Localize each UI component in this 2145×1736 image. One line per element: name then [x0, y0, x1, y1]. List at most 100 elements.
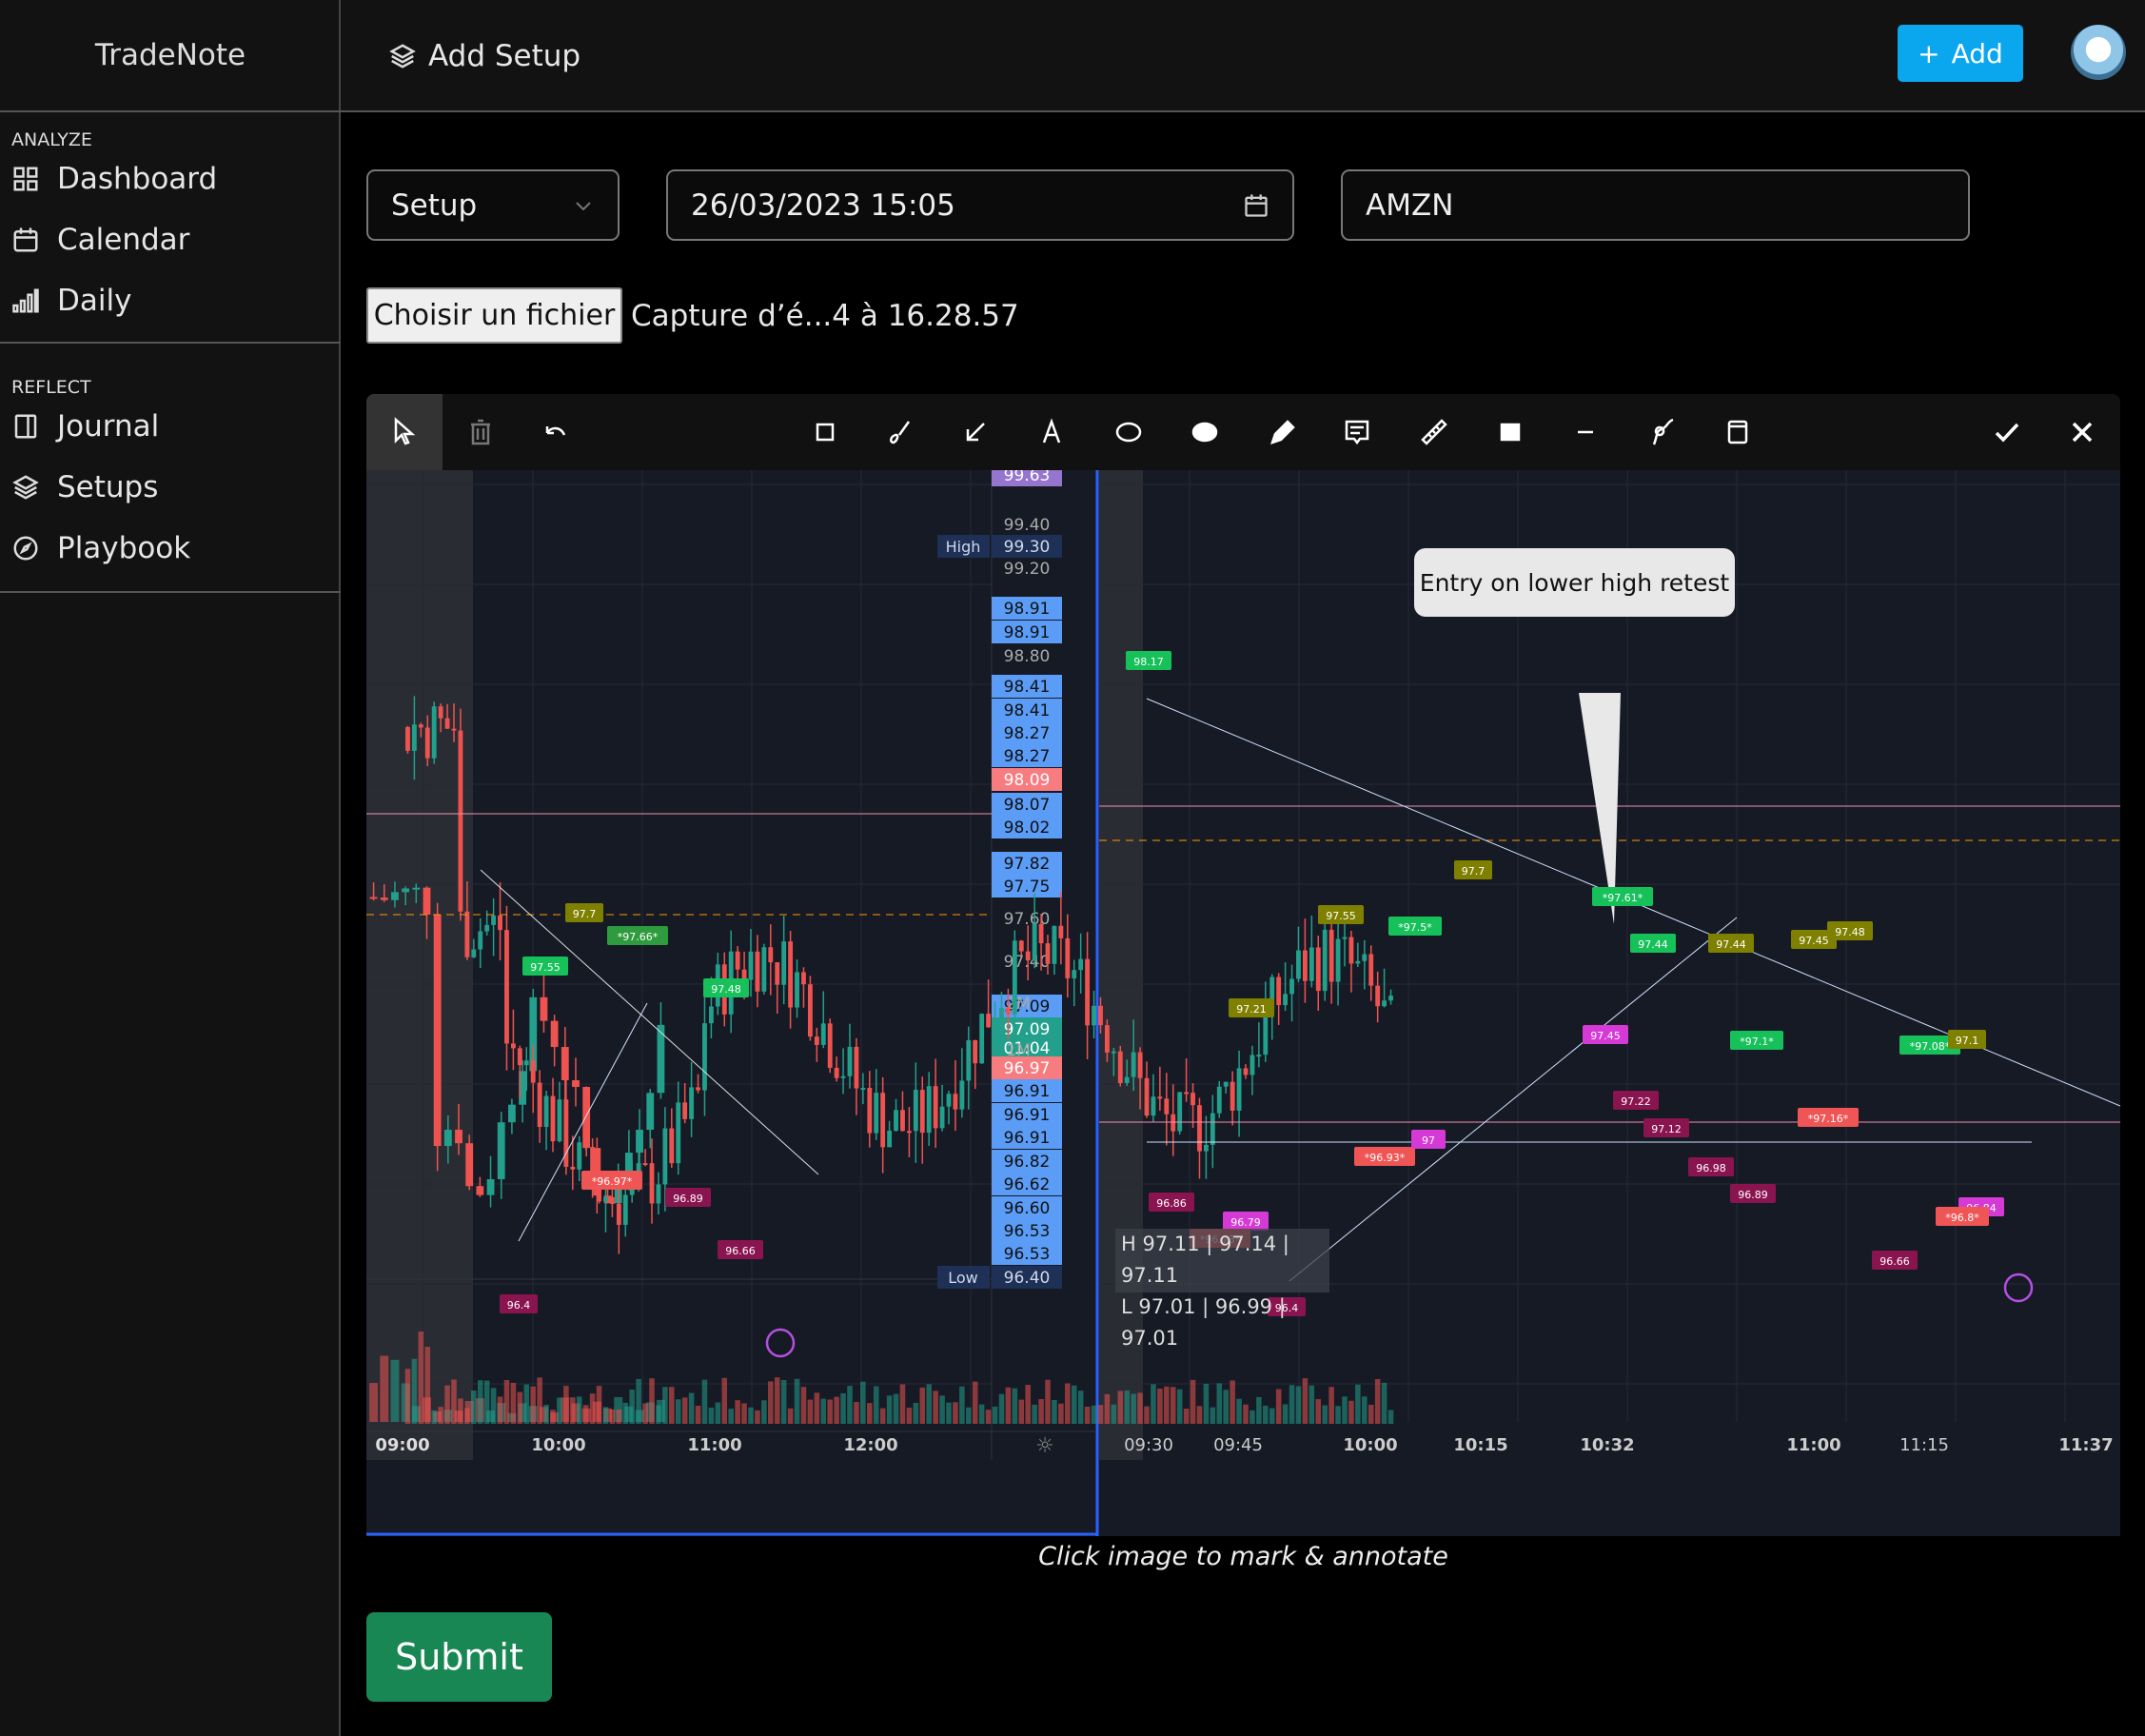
volume-bar: [1223, 1390, 1229, 1424]
candle-body: [689, 1087, 695, 1119]
tool-ruler[interactable]: [1396, 394, 1472, 470]
tool-line[interactable]: [1547, 394, 1624, 470]
volume-bar: [933, 1391, 938, 1424]
sidebar-item-daily[interactable]: Daily: [11, 284, 131, 318]
candle-body: [1191, 1093, 1195, 1106]
tool-comment[interactable]: [1319, 394, 1395, 470]
volume-bar: [879, 1408, 886, 1424]
avatar[interactable]: [2071, 25, 2126, 80]
volume-bar: [899, 1384, 906, 1424]
volume-bar: [1058, 1403, 1064, 1424]
tool-delete[interactable]: [443, 394, 519, 470]
volume-bar: [998, 1393, 1005, 1424]
tool-brush[interactable]: [862, 394, 938, 470]
pen-icon: [1270, 420, 1295, 444]
volume-bar: [1164, 1386, 1170, 1424]
ruler-icon: [1421, 419, 1447, 445]
volume-bar: [1256, 1396, 1262, 1424]
tool-text[interactable]: [1013, 394, 1090, 470]
tool-close[interactable]: [2044, 394, 2120, 470]
volume-bar: [589, 1393, 596, 1424]
sidebar-item-label: Setups: [57, 470, 159, 504]
sidebar-item-dashboard[interactable]: Dashboard: [11, 162, 217, 196]
tool-undo[interactable]: [518, 394, 594, 470]
candle-body: [755, 951, 760, 992]
candle-body: [986, 1014, 992, 1028]
candle-body: [1058, 925, 1064, 938]
chart-screenshot[interactable]: 100.0099.7499.6399.6399.4099.30High99.20…: [366, 470, 2120, 1536]
setup-select[interactable]: Setup: [366, 169, 620, 241]
volume-bar: [774, 1377, 780, 1424]
candle-body: [1038, 923, 1044, 944]
volume-bar: [629, 1390, 635, 1424]
page-title: Add Setup: [388, 0, 581, 112]
ellipse-icon: [1115, 422, 1142, 443]
sidebar-item-calendar[interactable]: Calendar: [11, 223, 189, 257]
candle-body: [570, 1166, 576, 1170]
volume-bar: [1077, 1391, 1084, 1424]
price-tag-text: *97.08*: [1910, 1040, 1951, 1053]
volume-bar: [1065, 1383, 1071, 1424]
sidebar-item-journal[interactable]: Journal: [11, 409, 159, 444]
tool-rectangle[interactable]: [787, 394, 863, 470]
volume-bar: [537, 1377, 542, 1424]
volume-bar: [721, 1377, 728, 1424]
sidebar-item-playbook[interactable]: Playbook: [11, 531, 190, 565]
submit-button[interactable]: Submit: [366, 1612, 552, 1702]
choose-file-button[interactable]: Choisir un fichier: [366, 287, 622, 344]
candle-body: [1052, 925, 1057, 964]
tool-pen[interactable]: [1244, 394, 1320, 470]
price-tag-text: 97.55: [1326, 910, 1356, 922]
price-label: 97.82: [1004, 855, 1051, 874]
volume-bar: [1012, 1388, 1018, 1424]
candle-body: [1131, 1052, 1136, 1077]
app-logo[interactable]: TradeNote: [0, 0, 341, 112]
candle-body: [491, 915, 497, 925]
volume-bar: [827, 1399, 833, 1424]
line-icon: [1578, 430, 1593, 434]
volume-bar: [959, 1386, 965, 1424]
high-low-tag: High: [946, 538, 981, 556]
tool-confirm[interactable]: [1969, 394, 2045, 470]
volume-bar: [1071, 1385, 1077, 1424]
volume-bar: [1144, 1406, 1150, 1424]
volume-bar: [761, 1400, 767, 1424]
chevron-down-icon: [576, 201, 591, 210]
time-label: 11:00: [687, 1435, 741, 1455]
tool-frame[interactable]: [1700, 394, 1776, 470]
volume-bar: [411, 1358, 418, 1424]
tool-ellipse[interactable]: [1091, 394, 1167, 470]
volume-bar: [695, 1406, 701, 1424]
curve-icon: [1652, 418, 1674, 445]
volume-bar: [1302, 1378, 1309, 1424]
callout-annotation[interactable]: Entry on lower high retest: [1414, 548, 1735, 617]
candle-body: [1098, 1005, 1103, 1026]
volume-bar: [444, 1385, 450, 1424]
volume-bar: [464, 1408, 470, 1424]
compass-icon: [13, 536, 38, 561]
tool-curve[interactable]: [1624, 394, 1701, 470]
symbol-input[interactable]: AMZN: [1341, 169, 1970, 241]
candle-body: [616, 1203, 621, 1225]
tool-arrow[interactable]: [937, 394, 1013, 470]
close-icon: [2072, 422, 2093, 443]
candle-body: [1032, 923, 1037, 961]
sidebar-item-setups[interactable]: Setups: [11, 470, 158, 504]
calendar-icon[interactable]: [1243, 192, 1269, 219]
candle-body: [735, 951, 740, 970]
candle-body: [682, 1102, 688, 1119]
image-annotator[interactable]: 100.0099.7499.6399.6399.4099.30High99.20…: [366, 394, 2120, 1536]
volume-bar: [1084, 1406, 1091, 1424]
candle-body: [847, 1046, 853, 1076]
tool-filled-rectangle[interactable]: [1472, 394, 1548, 470]
price-label: 98.41: [1004, 678, 1051, 697]
datetime-input[interactable]: 26/03/2023 15:05: [666, 169, 1294, 241]
price-label: 96.82: [1004, 1153, 1051, 1172]
candle-body: [926, 1086, 932, 1134]
candle-body: [748, 951, 754, 980]
tool-filled-ellipse[interactable]: [1167, 394, 1243, 470]
tool-select[interactable]: [366, 394, 443, 470]
candle-body: [880, 1093, 886, 1148]
price-tag-text: 97.48: [1835, 926, 1865, 938]
add-button[interactable]: + Add: [1898, 25, 2023, 82]
